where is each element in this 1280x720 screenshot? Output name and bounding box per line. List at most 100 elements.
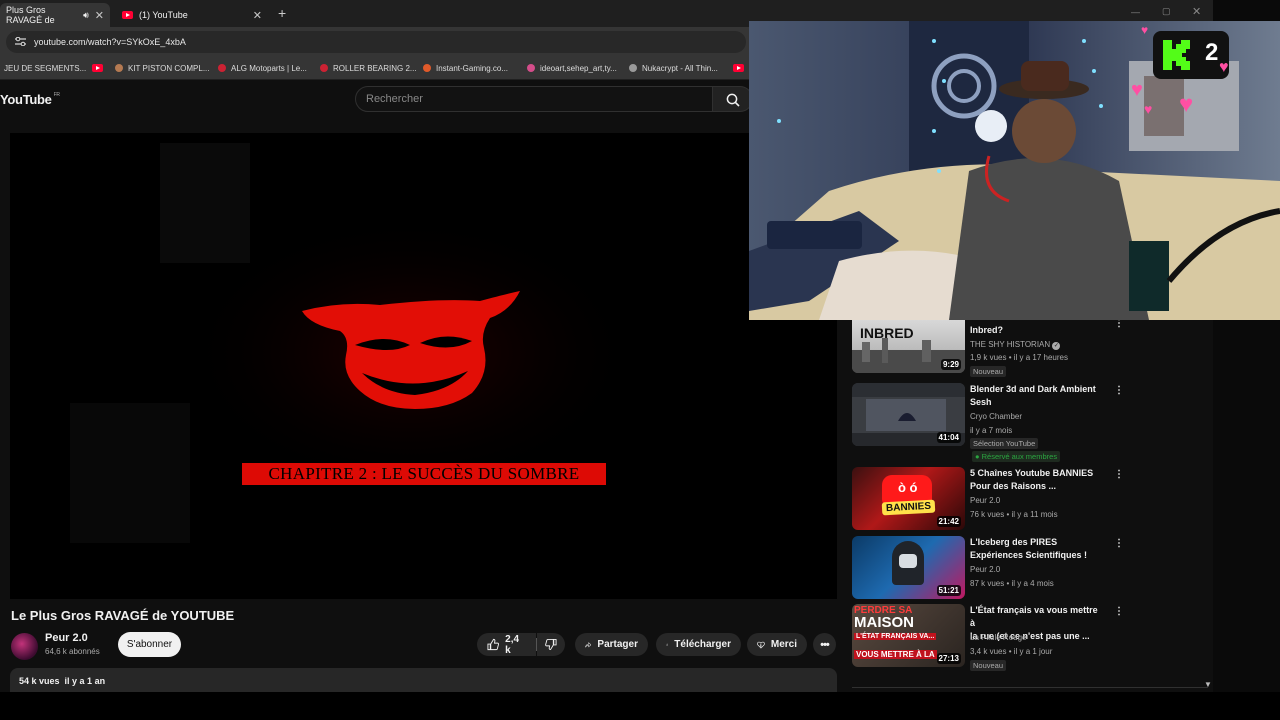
recommended-video[interactable]: 41:04 Blender 3d and Dark Ambient Sesh Cr…	[852, 383, 1212, 463]
more-dots-icon: •••	[820, 638, 830, 651]
more-options-icon[interactable]: ⋮	[1114, 538, 1124, 549]
video-thumbnail[interactable]: INBRED 9:29	[852, 320, 965, 373]
close-window-icon[interactable]: ✕	[1192, 5, 1201, 18]
channel-name[interactable]: Peur 2.0	[970, 496, 1000, 505]
url-text[interactable]: youtube.com/watch?v=SYkOxE_4xbA	[34, 37, 186, 47]
close-tab-icon[interactable]: ✕	[95, 9, 104, 22]
channel-name[interactable]: Cryo Chamber	[970, 412, 1022, 421]
subscriber-count: 64,6 k abonnés	[45, 647, 100, 656]
bookmark-favicon-icon	[218, 64, 226, 72]
bookmark-label: ideoart,sehep_art,ty...	[540, 63, 617, 73]
speaker-icon[interactable]: 🔊︎	[83, 10, 89, 21]
duration: 21:42	[936, 516, 961, 527]
thumbnail-text: MAISON	[854, 615, 914, 631]
video-title: Blender 3d and Dark Ambient Sesh	[970, 383, 1100, 409]
video-title-line: Pour des Raisons ...	[970, 481, 1057, 491]
thanks-heart-icon: $	[757, 641, 765, 649]
video-thumbnail[interactable]: 41:04	[852, 383, 965, 446]
video-player[interactable]: CHAPITRE 2 : LE SUCCÈS DU SOMBRE	[10, 133, 837, 599]
description-box[interactable]	[10, 668, 837, 692]
minimize-window-icon[interactable]: —	[1131, 7, 1140, 17]
duration: 9:29	[940, 359, 961, 370]
thanks-label: Merci	[770, 639, 797, 650]
share-button[interactable]: Partager	[575, 633, 648, 656]
youtube-logo[interactable]: YouTube FR	[0, 92, 60, 107]
bookmark-favicon-icon	[629, 64, 637, 72]
region-code: FR	[53, 92, 60, 98]
scroll-down-arrow-icon[interactable]: ▼	[1204, 680, 1212, 689]
channel-name[interactable]: Peur 2.0	[970, 565, 1000, 574]
more-actions-button[interactable]: •••	[813, 633, 836, 656]
chapter-caption: CHAPITRE 2 : LE SUCCÈS DU SOMBRE	[242, 463, 606, 485]
video-meta: 3,4 k vues • il y a 1 jour	[970, 647, 1053, 656]
face-mask	[899, 554, 917, 568]
bookmark-favicon-icon	[320, 64, 328, 72]
video-thumbnail[interactable]: PERDRE SA MAISON L'ÉTAT FRANÇAIS VA... V…	[852, 604, 965, 667]
bookmark-item[interactable]: ROLLER BEARING 2...	[320, 61, 417, 75]
members-label: Réservé aux membres	[981, 452, 1058, 461]
video-title-line: L'Iceberg des PIRES	[970, 537, 1058, 547]
thumbs-down-icon	[545, 638, 557, 651]
channel-avatar[interactable]	[11, 633, 38, 660]
youtube-favicon-icon	[733, 64, 744, 72]
close-tab-icon[interactable]: ✕	[253, 9, 262, 22]
duration: 51:21	[936, 585, 961, 596]
svg-text:$: $	[760, 643, 762, 647]
members-only-badge: ● Réservé aux membres	[972, 451, 1061, 462]
youtube-favicon-icon	[122, 11, 133, 19]
sidebar-divider	[852, 687, 1208, 688]
more-options-icon[interactable]: ⋮	[1114, 385, 1124, 396]
heart-icon: ♥	[1141, 23, 1149, 37]
download-icon	[666, 643, 669, 646]
thumbnail-text: L'ÉTAT FRANÇAIS VA...	[854, 633, 937, 640]
video-title: L'Iceberg des PIRES Expériences Scientifi…	[970, 536, 1100, 562]
like-button[interactable]: 2,4 k	[477, 633, 536, 656]
bookmark-item[interactable]: ideoart,sehep_art,ty...	[527, 61, 617, 75]
download-label: Télécharger	[674, 639, 731, 650]
recommended-video[interactable]: 51:21 L'Iceberg des PIRES Expériences Sci…	[852, 536, 1212, 600]
heart-icon: ♥	[1131, 79, 1143, 101]
duration: 27:13	[936, 653, 961, 664]
video-title-line: Blender 3d and Dark Ambient	[970, 384, 1096, 394]
thanks-button[interactable]: $ Merci	[747, 633, 807, 656]
more-options-icon[interactable]: ⋮	[1114, 469, 1124, 480]
download-button[interactable]: Télécharger	[656, 633, 741, 656]
video-thumbnail[interactable]: 51:21	[852, 536, 965, 599]
maximize-window-icon[interactable]: ▢	[1162, 6, 1171, 17]
kick-logo-icon	[1163, 40, 1190, 70]
bookmark-item[interactable]: JEU DE SEGMENTS...	[4, 61, 86, 75]
bookmark-item[interactable]	[92, 61, 103, 75]
search-button[interactable]	[713, 86, 753, 112]
video-thumbnail[interactable]: ò ó BANNIES 21:42	[852, 467, 965, 530]
new-tab-button[interactable]: +	[278, 5, 286, 21]
recommended-video[interactable]: PERDRE SA MAISON L'ÉTAT FRANÇAIS VA... V…	[852, 604, 1212, 671]
bookmark-label: JEU DE SEGMENTS...	[4, 63, 87, 73]
bookmark-item[interactable]: Instant-Gaming.co...	[423, 61, 508, 75]
bookmark-label: KIT PISTON COMPL...	[128, 63, 210, 73]
channel-name[interactable]: La Pilule Rouge	[970, 633, 1026, 642]
channel-name[interactable]: Peur 2.0	[45, 632, 88, 644]
video-meta: 87 k vues • il y a 4 mois	[970, 579, 1054, 588]
bookmark-item[interactable]: Nukacrypt - All Thin...	[629, 61, 718, 75]
bookmark-item[interactable]: KIT PISTON COMPL...	[115, 61, 210, 75]
channel-name[interactable]: THE SHY HISTORIAN ✓	[970, 340, 1061, 350]
dislike-button[interactable]	[537, 633, 565, 656]
video-title: Le Plus Gros RAVAGÉ de YOUTUBE	[11, 608, 235, 623]
bookmark-item[interactable]	[733, 61, 744, 75]
subscribe-button[interactable]: S'abonner	[118, 632, 181, 657]
site-settings-icon[interactable]	[15, 36, 26, 48]
bookmark-item[interactable]: ALG Motoparts | Le...	[218, 61, 307, 75]
omnibox[interactable]: youtube.com/watch?v=SYkOxE_4xbA	[6, 31, 746, 53]
bookmark-label: ROLLER BEARING 2...	[333, 63, 417, 73]
search-input[interactable]: Rechercher	[355, 86, 713, 112]
webcam-overlay: 2 ♥ ♥ ♥ ♥ ♥	[749, 21, 1280, 320]
recommended-video[interactable]: ò ó BANNIES 21:42 5 Chaînes Youtube BANN…	[852, 467, 1212, 531]
view-info: 54 k vues il y a 1 an	[19, 676, 105, 686]
search-icon	[726, 93, 740, 107]
recommended-video[interactable]: INBRED 9:29 Inbred? THE SHY HISTORIAN ✓ …	[852, 318, 1212, 380]
more-options-icon[interactable]: ⋮	[1114, 606, 1124, 617]
bookmark-favicon-icon	[423, 64, 431, 72]
tab-current-video[interactable]: Plus Gros RAVAGÉ de 🔊︎ ✕	[0, 3, 110, 27]
share-label: Partager	[597, 639, 638, 650]
tab-youtube[interactable]: (1) YouTube ✕	[116, 3, 268, 27]
